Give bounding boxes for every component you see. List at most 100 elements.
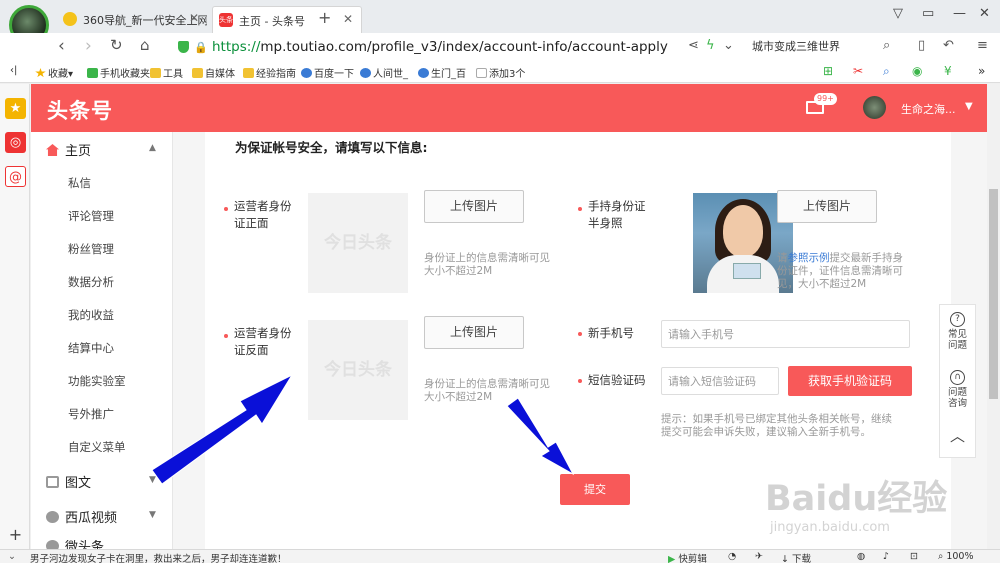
refresh-icon[interactable]: ↻ — [110, 36, 123, 54]
skin-icon[interactable]: ▽ — [893, 6, 903, 21]
chevron-up-icon[interactable]: ▲ — [149, 143, 156, 153]
tab-toutiao-home[interactable]: 头条 主页 - 头条号 ✕ — [212, 6, 362, 33]
site-header: 头条号 99+ 生命之海... ▼ — [31, 84, 987, 132]
menu-icon[interactable]: ≡ — [977, 38, 988, 53]
sidebar-item-lab[interactable]: 功能实验室 — [68, 373, 126, 389]
search-input[interactable]: 城市变成三维世界 — [752, 38, 900, 54]
extension-add-icon[interactable]: ⊞ — [823, 64, 833, 78]
yen-icon[interactable]: ¥ — [944, 64, 952, 78]
bookmark-add[interactable]: 添加3个 — [476, 65, 525, 80]
browser-icon[interactable]: ◍ — [857, 551, 865, 562]
consult-button[interactable]: ∩ 问题咨询 — [940, 370, 975, 409]
close-icon[interactable]: ✕ — [189, 11, 199, 25]
bookmark-media[interactable]: 自媒体 — [192, 65, 235, 80]
close-window-icon[interactable]: ✕ — [979, 6, 990, 21]
quick-clip-button[interactable]: ▶ 快剪辑 — [668, 551, 707, 563]
upload-handheld-button[interactable]: 上传图片 — [777, 190, 877, 223]
example-link[interactable]: 参照示例 — [788, 252, 830, 264]
sidebar-item-fans[interactable]: 粉丝管理 — [68, 241, 114, 257]
sound-icon[interactable]: ♪ — [883, 551, 889, 562]
chevron-down-icon[interactable]: ⌄ — [723, 38, 734, 53]
restore-down-icon[interactable]: ▭ — [922, 6, 934, 21]
chevron-down-icon[interactable]: ⌄ — [8, 551, 16, 562]
sms-code-input[interactable]: 请输入短信验证码 — [661, 367, 779, 395]
sidebar-item-settlement[interactable]: 结算中心 — [68, 340, 114, 356]
sidebar-item-earnings[interactable]: 我的收益 — [68, 307, 114, 323]
chevron-down-icon[interactable]: ▼ — [149, 510, 156, 520]
minimize-icon[interactable]: — — [953, 6, 966, 21]
more-icon[interactable]: » — [978, 64, 985, 78]
bookmark-tools[interactable]: 工具 — [150, 65, 183, 80]
sidebar-item-microtoutiao[interactable]: 微头条 — [46, 540, 104, 549]
chevron-down-icon[interactable]: ▼ — [149, 475, 156, 485]
submit-button[interactable]: 提交 — [560, 474, 630, 505]
image-icon — [46, 476, 59, 488]
home-icon — [46, 144, 59, 156]
username[interactable]: 生命之海... — [901, 101, 956, 117]
back-to-top-icon[interactable]: ︿ — [940, 429, 975, 444]
download-button[interactable]: ↓ 下载 — [781, 551, 811, 563]
mail-icon[interactable]: @ — [5, 166, 26, 187]
forward-icon[interactable]: › — [85, 36, 92, 56]
sidebar-item-messages[interactable]: 私信 — [68, 175, 91, 191]
search-icon[interactable]: ⌕ — [883, 38, 890, 53]
sidebar-item-comments[interactable]: 评论管理 — [68, 208, 114, 224]
bookmark-mobile[interactable]: 手机收藏夹 — [87, 65, 150, 80]
weibo-icon[interactable]: ◎ — [5, 132, 26, 153]
share-icon[interactable]: ⋖ — [688, 38, 699, 53]
id-front-preview: 今日头条 — [308, 193, 408, 293]
sidebar-item-home[interactable]: 主页 — [46, 140, 91, 159]
zoom-level[interactable]: ⌕ 100% — [938, 551, 974, 562]
back-icon[interactable]: ‹ — [58, 36, 65, 56]
caret-down-icon[interactable]: ▼ — [965, 101, 973, 112]
magnifier-icon[interactable]: ⌕ — [883, 64, 890, 79]
undo-icon[interactable]: ↶ — [943, 38, 954, 53]
bookmarks-bar: ‹| 收藏▾ 手机收藏夹 工具 自媒体 经验指南 百度一下 人间世_ 生门_百 … — [0, 61, 1000, 83]
phone-input[interactable]: 请输入手机号 — [661, 320, 910, 348]
get-code-button[interactable]: 获取手机验证码 — [788, 366, 912, 396]
id-front-hint: 身份证上的信息需清晰可见 大小不超过2M — [424, 252, 550, 277]
site-logo[interactable]: 头条号 — [47, 95, 113, 125]
scrollbar-thumb[interactable] — [989, 189, 998, 399]
sidebar-item-custom-menu[interactable]: 自定义菜单 — [68, 439, 126, 455]
id-back-hint: 身份证上的信息需清晰可见 大小不超过2M — [424, 378, 550, 403]
phone-icon[interactable]: ▯ — [918, 38, 925, 53]
pin-icon[interactable]: ✈ — [755, 551, 763, 562]
news-ticker[interactable]: 男子河边发现女子卡在洞里，救出来之后，男子却连连道歉！ — [30, 551, 287, 563]
add-icon[interactable]: + — [5, 524, 26, 545]
page-scrollbar[interactable] — [987, 84, 1000, 549]
game-icon[interactable]: ◉ — [912, 64, 922, 78]
lightning-icon[interactable]: ϟ — [706, 38, 715, 53]
bookmark-favorites[interactable]: 收藏▾ — [35, 65, 73, 80]
sidebar-toggle-icon[interactable]: ‹| — [10, 65, 17, 76]
star-icon[interactable]: ★ — [5, 98, 26, 119]
bookmark-renjianshi[interactable]: 人间世_ — [360, 65, 408, 80]
message-badge: 99+ — [814, 93, 837, 105]
home-icon[interactable]: ⌂ — [140, 36, 150, 54]
avatar[interactable] — [863, 96, 886, 119]
browser-status-bar: ⌄ 男子河边发现女子卡在洞里，救出来之后，男子却连连道歉！ ▶ 快剪辑 ◔ ✈ … — [0, 549, 1000, 563]
speedometer-icon[interactable]: ◔ — [728, 551, 736, 562]
screenshot-icon[interactable]: ⊡ — [910, 551, 918, 562]
sidebar-item-video[interactable]: 西瓜视频 — [46, 507, 117, 526]
bookmark-guide[interactable]: 经验指南 — [243, 65, 296, 80]
browser-sidebar: ★ ◎ @ + — [0, 84, 30, 549]
new-tab-icon[interactable]: + — [318, 8, 331, 27]
lock-icon: 🔒 — [194, 41, 208, 54]
upload-id-front-button[interactable]: 上传图片 — [424, 190, 524, 223]
url-field[interactable]: 🔒 https://mp.toutiao.com/profile_v3/inde… — [172, 36, 742, 58]
question-icon: ? — [950, 312, 965, 327]
close-icon[interactable]: ✕ — [343, 12, 353, 26]
upload-id-back-button[interactable]: 上传图片 — [424, 316, 524, 349]
sidebar-item-promotion[interactable]: 号外推广 — [68, 406, 114, 422]
tab-360-nav[interactable]: 360导航_新一代安全上网导 ✕ — [57, 6, 207, 33]
form-title: 为保证帐号安全，请填写以下信息: — [235, 140, 428, 155]
scissors-icon[interactable]: ✂ — [853, 64, 863, 78]
sidebar-item-analytics[interactable]: 数据分析 — [68, 274, 114, 290]
sidebar-item-articles[interactable]: 图文 — [46, 472, 91, 491]
bookmark-shengmen[interactable]: 生门_百 — [418, 65, 466, 80]
faq-button[interactable]: ? 常见问题 — [940, 312, 975, 351]
required-dot — [578, 207, 582, 211]
bookmark-baidu[interactable]: 百度一下 — [301, 65, 354, 80]
required-dot — [578, 379, 582, 383]
